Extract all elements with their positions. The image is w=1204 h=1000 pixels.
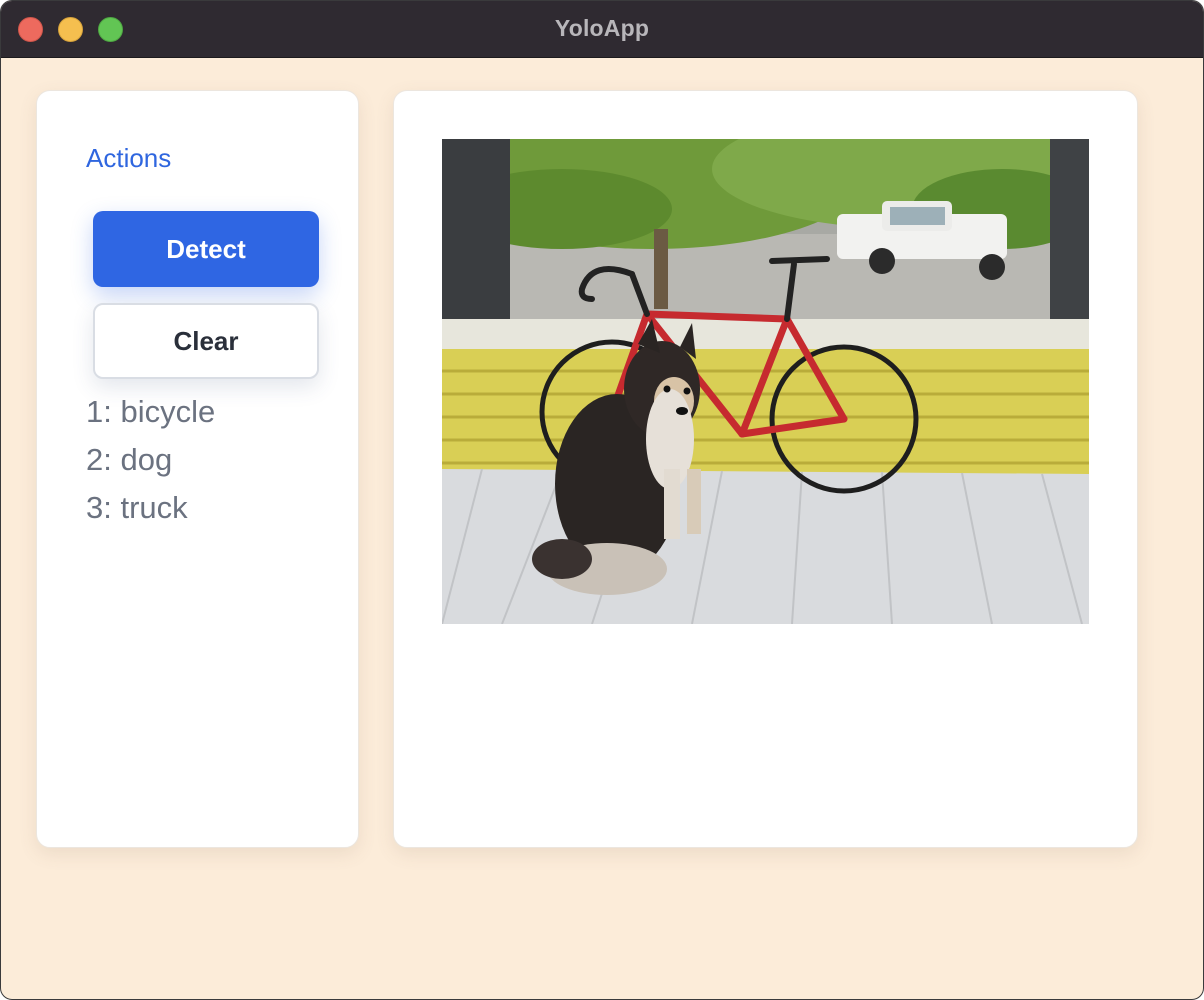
result-item: 1: bicycle (86, 394, 216, 429)
actions-heading: Actions (86, 143, 172, 173)
input-image (442, 139, 1089, 624)
image-panel (393, 90, 1138, 848)
detection-results-list: 1: bicycle 2: dog 3: truck (86, 391, 215, 535)
app-window: YoloApp Actions Detect Clear 1: bicycle … (0, 0, 1204, 1000)
actions-panel: Actions Detect Clear 1: bicycle 2: dog 3… (36, 90, 359, 848)
window-title: YoloApp (554, 15, 650, 41)
result-item: 2: dog (86, 442, 173, 477)
result-item: 3: truck (86, 490, 188, 525)
dog-bicycle-photo (442, 139, 1089, 624)
title-bar[interactable]: YoloApp (1, 1, 1203, 58)
clear-button[interactable]: Clear (93, 303, 319, 379)
detect-button[interactable]: Detect (93, 211, 319, 287)
